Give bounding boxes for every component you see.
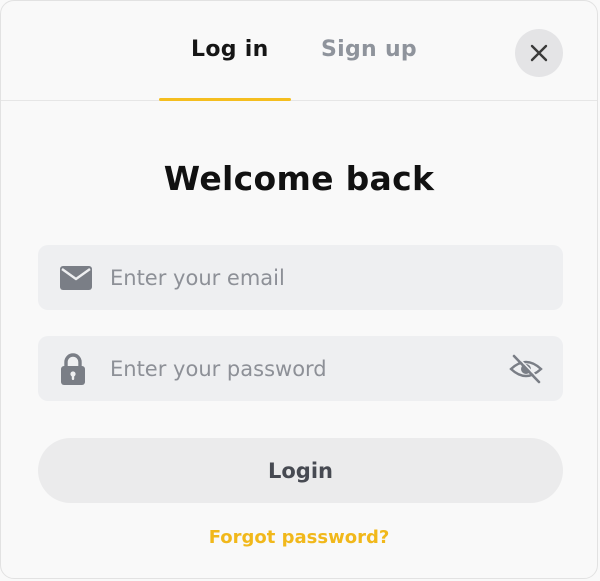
login-modal: Log in Sign up Welcome back Enter your e… bbox=[0, 0, 598, 579]
envelope-icon bbox=[60, 265, 92, 290]
tab-login[interactable]: Log in bbox=[191, 37, 269, 62]
email-input[interactable] bbox=[110, 245, 520, 310]
password-input[interactable] bbox=[110, 336, 520, 401]
login-button[interactable]: Login bbox=[38, 438, 563, 503]
toggle-password-visibility[interactable] bbox=[509, 353, 543, 384]
email-field[interactable] bbox=[38, 245, 563, 310]
auth-tabs: Log in Sign up bbox=[1, 1, 597, 101]
lock-icon bbox=[60, 352, 86, 385]
password-field[interactable] bbox=[38, 336, 563, 401]
close-icon bbox=[530, 44, 548, 62]
page-title: Welcome back bbox=[163, 159, 435, 198]
tab-signup[interactable]: Sign up bbox=[321, 37, 417, 62]
active-tab-indicator bbox=[159, 98, 291, 101]
close-button[interactable] bbox=[515, 29, 563, 77]
forgot-password-link[interactable]: Forgot password? bbox=[1, 527, 597, 548]
eye-off-icon bbox=[509, 353, 543, 383]
